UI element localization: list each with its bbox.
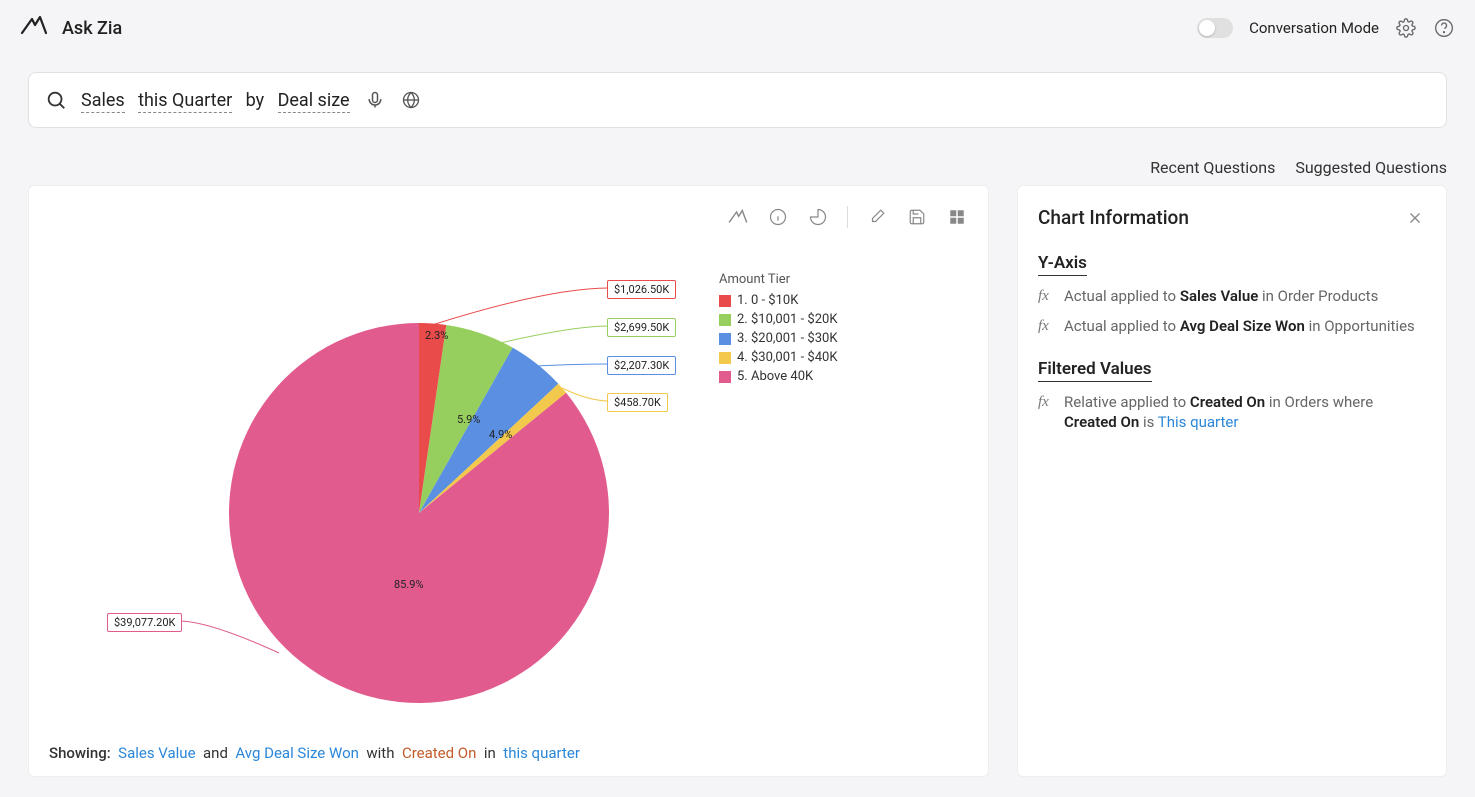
- legend-item[interactable]: 2. $10,001 - $20K: [719, 312, 837, 327]
- callout-20-30k: $2,207.30K: [607, 356, 676, 375]
- showing-this-quarter[interactable]: this quarter: [503, 744, 580, 762]
- edit-icon[interactable]: [866, 206, 888, 228]
- search-icon[interactable]: [45, 89, 67, 111]
- chart-legend: Amount Tier 1. 0 - $10K 2. $10,001 - $20…: [719, 272, 837, 388]
- conversation-mode-toggle[interactable]: [1197, 18, 1233, 38]
- showing-created-on[interactable]: Created On: [402, 744, 476, 762]
- search-bar[interactable]: Sales this Quarter by Deal size: [28, 72, 1447, 128]
- recent-questions-link[interactable]: Recent Questions: [1150, 158, 1275, 177]
- globe-icon[interactable]: [400, 89, 422, 111]
- fx-icon: fx: [1038, 316, 1056, 336]
- query-token-this-quarter: this Quarter: [138, 90, 232, 113]
- microphone-icon[interactable]: [364, 89, 386, 111]
- close-icon[interactable]: [1404, 207, 1426, 229]
- info-icon[interactable]: [767, 206, 789, 228]
- chart-toolbar: [49, 202, 968, 232]
- fx-icon: fx: [1038, 286, 1056, 306]
- app-header: Ask Zia Conversation Mode: [0, 0, 1475, 56]
- pct-label-10-20k: 5.9%: [457, 413, 480, 426]
- yaxis-row: fx Actual applied to Sales Value in Orde…: [1038, 286, 1426, 306]
- showing-avg-deal[interactable]: Avg Deal Size Won: [235, 744, 359, 762]
- yaxis-heading: Y-Axis: [1038, 253, 1087, 276]
- filter-row: fx Relative applied to Created On in Ord…: [1038, 392, 1426, 433]
- callout-30-40k: $458.70K: [607, 393, 668, 412]
- search-input[interactable]: Sales this Quarter by Deal size: [81, 90, 350, 111]
- legend-item[interactable]: 3. $20,001 - $30K: [719, 331, 837, 346]
- filter-value-link[interactable]: This quarter: [1158, 413, 1239, 431]
- legend-title: Amount Tier: [719, 272, 837, 287]
- suggested-questions-link[interactable]: Suggested Questions: [1295, 158, 1447, 177]
- yaxis-row: fx Actual applied to Avg Deal Size Won i…: [1038, 316, 1426, 336]
- zia-insight-icon[interactable]: [727, 206, 749, 228]
- pct-label-20-30k: 4.9%: [489, 428, 512, 441]
- save-icon[interactable]: [906, 206, 928, 228]
- callout-10-20k: $2,699.50K: [607, 318, 676, 337]
- chart-info-panel: Chart Information Y-Axis fx Actual appli…: [1017, 185, 1447, 777]
- fx-icon: fx: [1038, 392, 1056, 433]
- showing-summary: Showing: Sales Value and Avg Deal Size W…: [49, 744, 968, 762]
- help-icon[interactable]: [1433, 17, 1455, 39]
- legend-item[interactable]: 4. $30,001 - $40K: [719, 350, 837, 365]
- callout-above-40k: $39,077.20K: [107, 613, 182, 632]
- legend-item[interactable]: 5. Above 40K: [719, 369, 837, 384]
- query-token-deal-size: Deal size: [278, 90, 350, 113]
- filters-heading: Filtered Values: [1038, 359, 1152, 382]
- legend-item[interactable]: 1. 0 - $10K: [719, 293, 837, 308]
- callout-0-10k: $1,026.50K: [607, 280, 676, 299]
- sidepanel-title: Chart Information: [1038, 206, 1189, 229]
- page-title: Ask Zia: [62, 18, 122, 39]
- chart-type-icon[interactable]: [807, 206, 829, 228]
- zia-logo-icon: [20, 15, 48, 42]
- dashboard-icon[interactable]: [946, 206, 968, 228]
- query-token-sales: Sales: [81, 90, 125, 113]
- pct-label-above-40k: 85.9%: [394, 578, 424, 591]
- pct-label-0-10k: 2.3%: [425, 329, 448, 342]
- settings-icon[interactable]: [1395, 17, 1417, 39]
- conversation-mode-label: Conversation Mode: [1249, 19, 1379, 37]
- pie-chart: 2.3% 5.9% 4.9% 85.9% $1,026.50K $2,699.5…: [49, 253, 689, 713]
- chart-card: 2.3% 5.9% 4.9% 85.9% $1,026.50K $2,699.5…: [28, 185, 989, 777]
- query-token-by: by: [246, 90, 265, 111]
- subnav: Recent Questions Suggested Questions: [0, 140, 1475, 185]
- showing-sales-value[interactable]: Sales Value: [118, 744, 195, 762]
